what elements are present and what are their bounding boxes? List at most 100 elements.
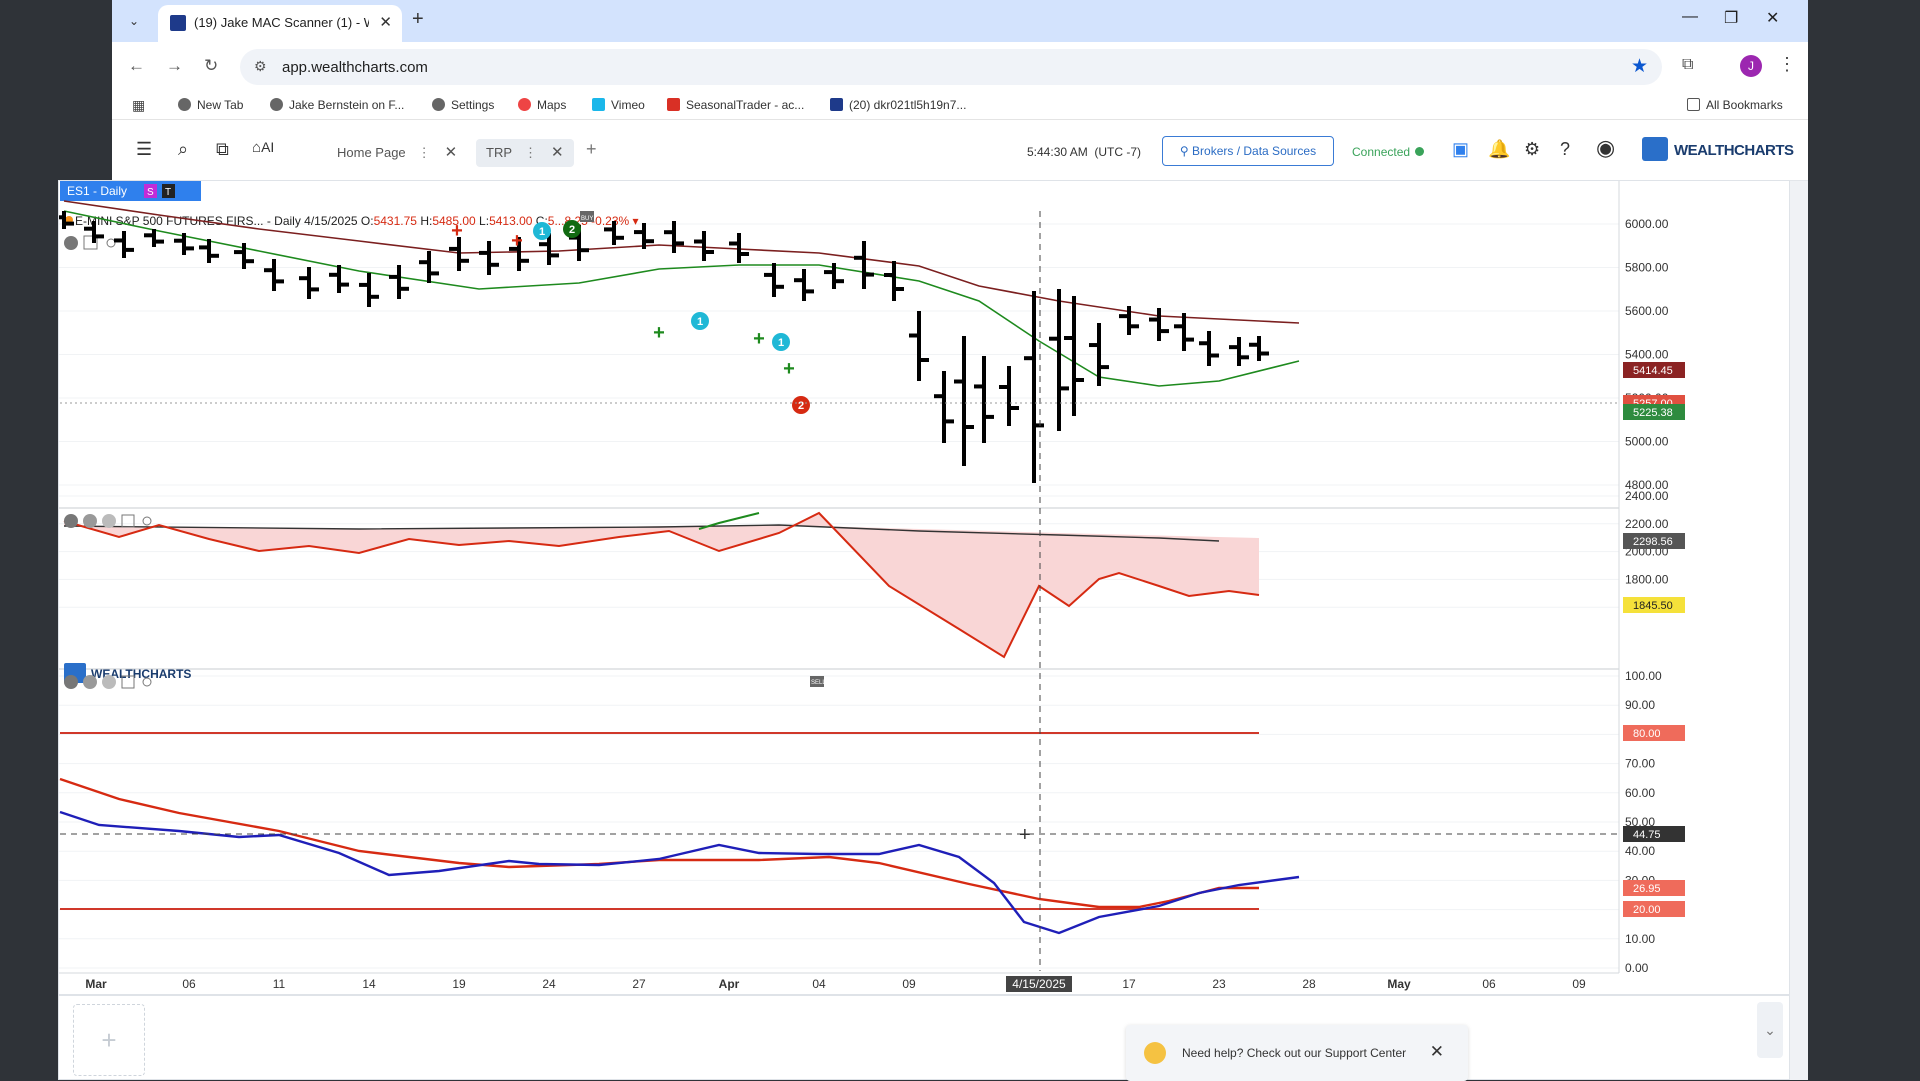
time-tick-label: 04 [812, 977, 826, 991]
forward-icon[interactable]: → [166, 56, 183, 76]
time-tick-label: 09 [902, 977, 916, 991]
site-info-icon[interactable]: ⚙ [254, 58, 267, 75]
time-axis[interactable]: Mar 06 11 14 19 24 27 Apr 04 09 4/15/2025 17 23 28 May… [85, 976, 1586, 992]
price-bars [59, 211, 1269, 483]
crosshair-value-badge-label: 44.75 [1633, 829, 1661, 841]
svg-text:BUY: BUY [581, 216, 593, 222]
time-tick-label: 06 [1482, 977, 1496, 991]
save-icon[interactable]: ▣ [1452, 139, 1469, 160]
count-signal-label: 2 [798, 400, 804, 412]
wealthcharts-logo: WEALTHCHARTS [1642, 137, 1794, 161]
search-icon[interactable]: ⌕ [178, 139, 188, 160]
all-bookmarks[interactable]: All Bookmarks [1687, 98, 1783, 112]
pane3-up-icon[interactable] [102, 675, 116, 689]
minimize-icon[interactable]: — [1682, 8, 1698, 26]
new-tab-button[interactable]: + [412, 8, 424, 31]
user-avatar-icon[interactable]: ◉ [1596, 135, 1615, 161]
symbol-tab-label[interactable]: ES1 - Daily [67, 184, 127, 198]
omnibox[interactable]: ⚙ app.wealthcharts.com ★ [240, 49, 1662, 85]
tab-search-button[interactable]: ⌄ [120, 9, 148, 33]
close-toast-icon[interactable]: ✕ [1430, 1042, 1444, 1062]
ind2-tick-label: 1800.00 [1625, 572, 1669, 586]
add-tab-icon[interactable]: + [586, 139, 597, 160]
browser-tab[interactable]: (19) Jake MAC Scanner (1) - We ✕ [158, 5, 402, 42]
tab-title: (19) Jake MAC Scanner (1) - We [194, 15, 369, 30]
osc-tick-label: 100.00 [1625, 669, 1662, 683]
back-icon[interactable]: ← [128, 56, 145, 76]
ind2-tick-label: 2400.00 [1625, 489, 1669, 503]
tab-trp[interactable]: TRP ⋮ ✕ [476, 139, 574, 167]
help-icon[interactable]: ? [1560, 139, 1570, 160]
badge-s-label: S [147, 187, 154, 198]
bottom-panel: + ⌄ [58, 995, 1790, 1080]
ind2-tick-label: 2200.00 [1625, 517, 1669, 531]
bookmark-jake-bernstein[interactable]: Jake Bernstein on F... [270, 98, 404, 112]
plus-signal-marker: + [511, 230, 523, 252]
expand-panel-icon[interactable]: ⌄ [1757, 1002, 1783, 1058]
bookmark-seasonaltrader[interactable]: SeasonalTrader - ac... [667, 98, 804, 112]
bookmark-vimeo[interactable]: Vimeo [592, 98, 645, 112]
badge-t-label: T [165, 187, 171, 198]
price-axis[interactable]: 6000.005800.005600.005400.005200.005000.… [1618, 181, 1790, 995]
close-trp-tab-icon[interactable]: ✕ [551, 144, 564, 161]
time-tick-label: 19 [452, 977, 466, 991]
close-window-icon[interactable]: ✕ [1766, 8, 1779, 28]
bookmark-new-tab[interactable]: New Tab [178, 98, 243, 112]
address-bar-row: ← → ↻ ⚙ app.wealthcharts.com ★ ⧉ J ⋮ [112, 42, 1808, 92]
menu-icon[interactable]: ☰ [136, 139, 152, 160]
apps-grid-icon[interactable]: ▦ [132, 97, 145, 114]
time-tick-label: 09 [1572, 977, 1586, 991]
layouts-icon[interactable]: ⧉ [216, 139, 229, 160]
time-tick-label: 06 [182, 977, 196, 991]
extensions-icon[interactable]: ⧉ [1682, 56, 1693, 74]
chart-svg[interactable]: ES1 - Daily S T E-MINI S&P 500 FUTURES F… [59, 181, 1790, 995]
bookmark-maps[interactable]: Maps [518, 98, 566, 112]
pane2-hide-icon[interactable] [64, 514, 78, 528]
price-tick-label: 5800.00 [1625, 261, 1669, 275]
app-toolbar: ☰ ⌕ ⧉ ⌂AI Home Page ⋮ ✕ TRP ⋮ ✕ + 5:44:30 AM… [112, 121, 1808, 181]
pane3-hide-icon[interactable] [64, 675, 78, 689]
bookmark-dkr[interactable]: (20) dkr021tl5h19n7... [830, 98, 966, 112]
notifications-icon[interactable]: 🔔 [1488, 139, 1510, 160]
profile-avatar[interactable]: J [1740, 55, 1762, 77]
time-tick-label: Mar [85, 977, 107, 991]
pane1-controls[interactable] [64, 235, 116, 250]
ind2-fill [64, 513, 1259, 657]
bookmark-settings[interactable]: Settings [432, 98, 494, 112]
add-panel-button[interactable]: + [73, 1004, 145, 1076]
support-text[interactable]: Need help? Check out our Support Center [1182, 1046, 1406, 1060]
settings-gear-icon[interactable]: ⚙ [1524, 139, 1540, 160]
pane3-down-icon[interactable] [83, 675, 97, 689]
time-tick-label: 24 [542, 977, 556, 991]
time-tick-label: 11 [273, 977, 286, 991]
pane2-add-icon[interactable] [121, 514, 135, 528]
osc-tick-label: 60.00 [1625, 786, 1655, 800]
restore-icon[interactable]: ❐ [1724, 8, 1738, 28]
pane1-hide-icon[interactable] [64, 236, 78, 250]
slow-line-badge-label: 26.95 [1633, 883, 1661, 895]
level-80-badge-label: 80.00 [1633, 728, 1661, 740]
chart-panel[interactable]: ES1 - Daily S T E-MINI S&P 500 FUTURES F… [58, 180, 1790, 995]
ind2-value-badge-label: 2298.56 [1633, 536, 1673, 548]
ai-assistant-icon[interactable]: ⌂AI [252, 139, 274, 156]
pane1-eye-icon[interactable] [106, 238, 116, 248]
sell-signal-tag: SELL [810, 676, 826, 687]
reload-icon[interactable]: ↻ [204, 56, 218, 76]
bookmark-star-icon[interactable]: ★ [1631, 55, 1648, 78]
time-tick-label: 27 [632, 977, 646, 991]
url-text[interactable]: app.wealthcharts.com [282, 59, 428, 76]
upper-ma-badge-label: 5414.45 [1633, 365, 1673, 377]
oscillator-slow-line [59, 777, 1259, 909]
time-tick-label: 14 [362, 977, 376, 991]
close-home-tab-icon[interactable]: ✕ [445, 144, 458, 161]
tab-favicon [170, 15, 186, 31]
count-signal-label: 1 [697, 316, 703, 328]
browser-menu-icon[interactable]: ⋮ [1778, 54, 1796, 75]
close-tab-icon[interactable]: ✕ [379, 13, 392, 31]
count-signal-label: 1 [778, 337, 784, 349]
brokers-button[interactable]: ⚲ Brokers / Data Sources [1162, 136, 1334, 166]
time-tick-label: 23 [1212, 977, 1226, 991]
pane2-up-icon[interactable] [102, 514, 116, 528]
tab-home-page[interactable]: Home Page ⋮ ✕ [327, 139, 467, 167]
pane2-down-icon[interactable] [83, 514, 97, 528]
